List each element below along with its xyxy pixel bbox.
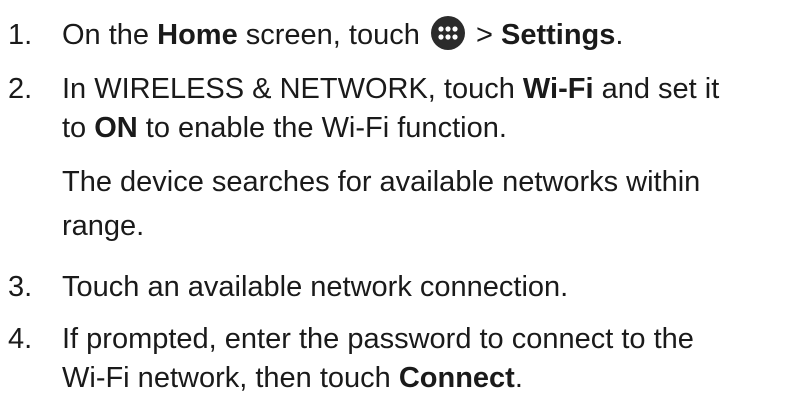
apps-grid-icon bbox=[430, 16, 465, 50]
step-4: 4. If prompted, enter the password to co… bbox=[0, 320, 791, 398]
step-note-continued: range. bbox=[62, 210, 145, 242]
step-text: On the Home screen, touch > Settings. bbox=[62, 16, 791, 55]
step-number: 4. bbox=[8, 323, 33, 355]
on-label: ON bbox=[94, 112, 138, 144]
step-2: 2. In WIRELESS & NETWORK, touch Wi-Fi an… bbox=[0, 70, 791, 246]
settings-label: Settings bbox=[500, 19, 616, 51]
step-3: 3. Touch an available network connection… bbox=[0, 268, 791, 307]
step-text: If prompted, enter the password to conne… bbox=[62, 323, 694, 355]
step-number: 1. bbox=[8, 19, 33, 51]
step-text: In WIRELESS & NETWORK, touch Wi-Fi and s… bbox=[62, 73, 720, 105]
step-1: 1. On the Home screen, touch > Settings. bbox=[0, 16, 791, 55]
home-label: Home bbox=[157, 19, 238, 51]
step-note: The device searches for available networ… bbox=[62, 166, 701, 198]
step-number: 2. bbox=[8, 73, 33, 105]
connect-label: Connect bbox=[398, 362, 515, 394]
step-text: Touch an available network connection. bbox=[62, 271, 569, 303]
step-text-continued: to ON to enable the Wi-Fi function. bbox=[62, 112, 507, 144]
step-number: 3. bbox=[8, 271, 33, 303]
step-text-continued: Wi-Fi network, then touch Connect. bbox=[62, 362, 523, 394]
wifi-label: Wi-Fi bbox=[522, 73, 594, 105]
